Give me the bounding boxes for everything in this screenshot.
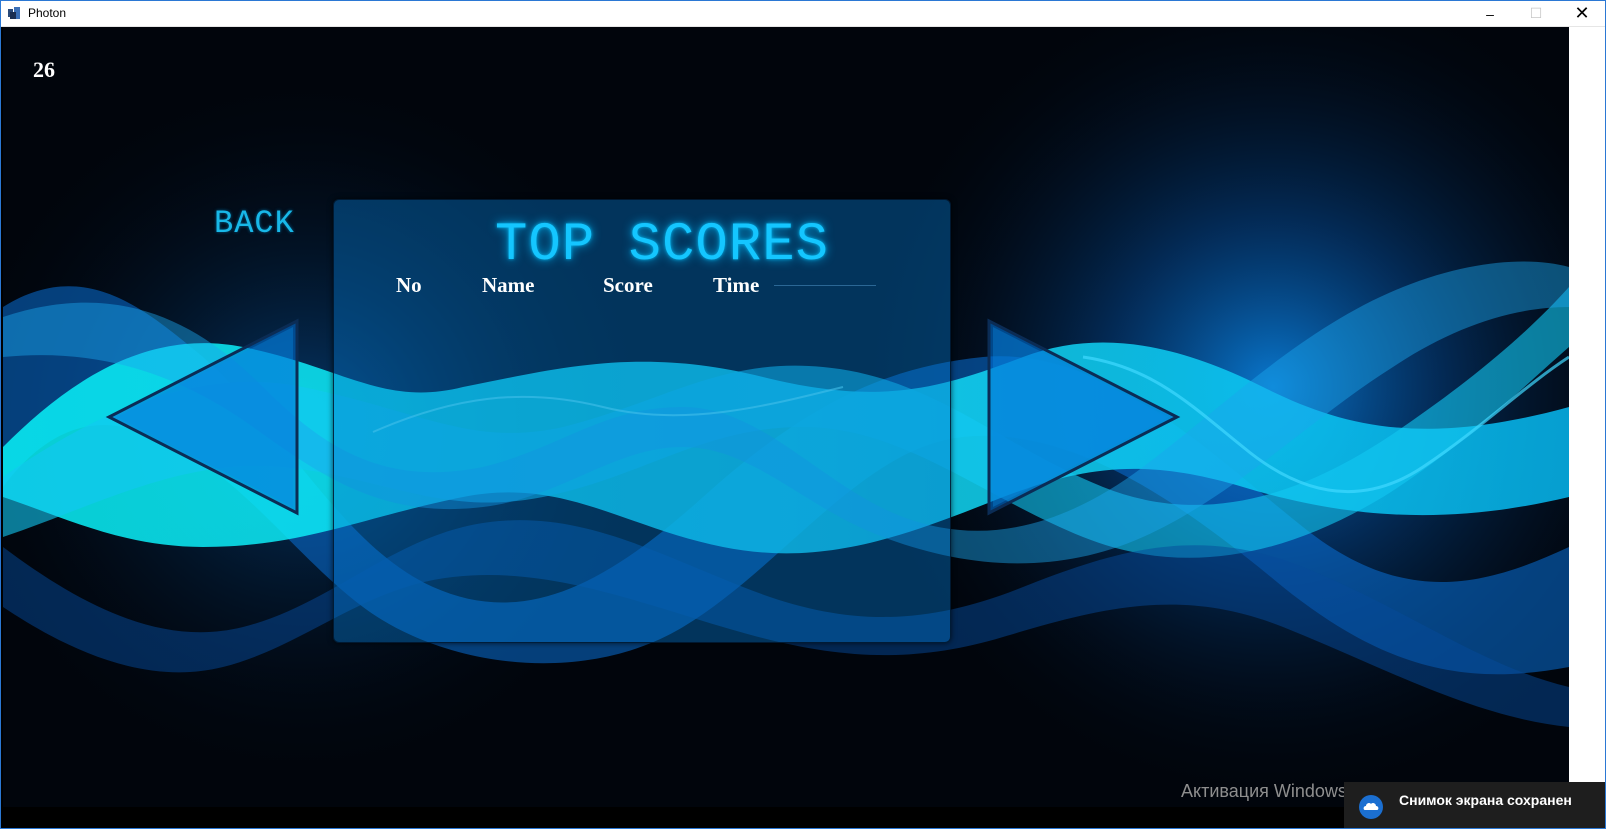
title-bar: Photon – ☐ ✕: [1, 1, 1605, 27]
top-scores-panel: TOP SCORES No Name Score Time: [333, 199, 951, 643]
back-button[interactable]: BACK: [214, 205, 295, 242]
game-canvas: 26 BACK TOP SCORES No Name Score Time: [3, 27, 1569, 807]
top-scores-title: TOP SCORES: [494, 215, 830, 276]
triangle-right-icon[interactable]: [983, 317, 1183, 517]
window-title: Photon: [28, 6, 67, 20]
window-scrollbar-area: [1569, 27, 1605, 807]
header-divider: [774, 285, 876, 286]
minimize-button[interactable]: –: [1467, 1, 1513, 26]
triangle-left-icon[interactable]: [103, 317, 303, 517]
screenshot-toast[interactable]: Снимок экрана сохранен: [1344, 782, 1605, 828]
windows-activation-watermark: Активация Windows: [1181, 781, 1347, 801]
column-header-name: Name: [482, 273, 535, 297]
cloud-icon: [1359, 795, 1383, 819]
close-button[interactable]: ✕: [1559, 1, 1605, 26]
panel-title: TOP SCORES: [334, 215, 950, 276]
maximize-button[interactable]: ☐: [1513, 1, 1559, 26]
toast-message: Снимок экрана сохранен: [1399, 792, 1572, 808]
app-window: Photon – ☐ ✕ 26 BACK TOP SCORES No Name …: [0, 0, 1606, 829]
frame-counter: 26: [33, 57, 55, 82]
column-header-no: No: [396, 273, 422, 297]
app-icon: [8, 7, 20, 19]
column-header-time: Time: [713, 273, 760, 297]
column-header-score: Score: [603, 273, 653, 297]
